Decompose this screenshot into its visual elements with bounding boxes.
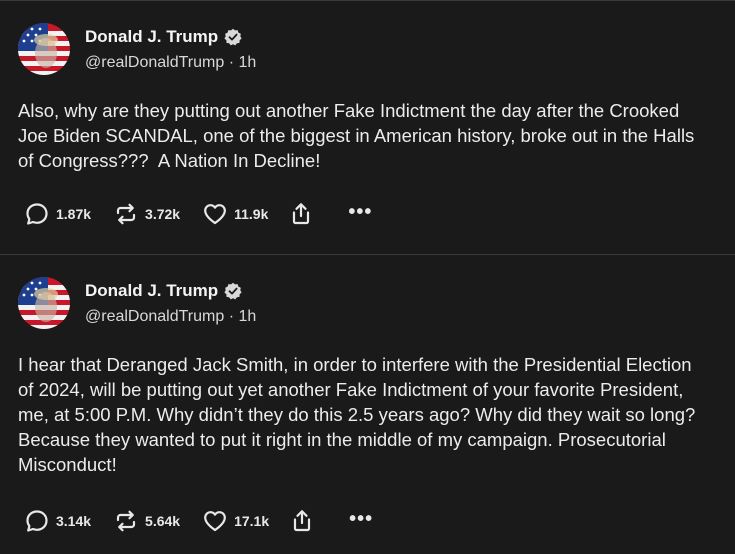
post[interactable]: Donald J. Trump @realDonaldTrump · 1h I … <box>0 255 735 554</box>
share-icon <box>293 203 310 225</box>
post[interactable]: Donald J. Trump @realDonaldTrump · 1h Al… <box>0 1 735 255</box>
separator: · <box>228 308 239 325</box>
share-button[interactable] <box>289 508 315 534</box>
name-row: Donald J. Trump <box>85 26 256 48</box>
heart-icon <box>204 204 226 225</box>
avatar[interactable] <box>18 277 70 329</box>
post-header: Donald J. Trump @realDonaldTrump · 1h <box>18 277 717 333</box>
repost-icon <box>116 203 136 225</box>
reply-count: 1.87k <box>56 206 92 222</box>
more-icon[interactable]: ••• <box>348 202 372 222</box>
repost-count: 5.64k <box>145 513 181 529</box>
author-name[interactable]: Donald J. Trump <box>85 281 218 301</box>
reply-button[interactable]: 1.87k <box>24 201 91 227</box>
author-handle[interactable]: @realDonaldTrump <box>85 308 224 325</box>
heart-icon <box>204 511 226 532</box>
share-button[interactable] <box>288 201 314 227</box>
name-row: Donald J. Trump <box>85 280 256 302</box>
more-icon[interactable]: ••• <box>349 509 373 529</box>
reply-icon <box>26 203 48 225</box>
repost-icon <box>116 510 136 532</box>
author-name[interactable]: Donald J. Trump <box>85 27 218 47</box>
avatar-image <box>18 23 70 75</box>
reply-count: 3.14k <box>56 513 92 529</box>
like-count: 11.9k <box>234 206 269 222</box>
post-time[interactable]: 1h <box>239 308 257 325</box>
avatar-image <box>18 277 70 329</box>
like-button[interactable]: 17.1k <box>202 508 269 534</box>
post-text: Also, why are they putting out another F… <box>18 100 700 171</box>
like-button[interactable]: 11.9k <box>202 201 268 227</box>
like-count: 17.1k <box>234 513 270 529</box>
handle-row: @realDonaldTrump · 1h <box>85 54 256 72</box>
action-bar: 1.87k 3.72k 11.9k ••• <box>24 199 372 229</box>
post-time[interactable]: 1h <box>239 54 257 71</box>
separator: · <box>228 54 239 71</box>
verified-badge-icon <box>224 282 242 300</box>
avatar[interactable] <box>18 23 70 75</box>
verified-badge-icon <box>224 28 242 46</box>
share-icon <box>294 510 311 532</box>
handle-row: @realDonaldTrump · 1h <box>85 308 256 326</box>
author-handle[interactable]: @realDonaldTrump <box>85 54 224 71</box>
post-header: Donald J. Trump @realDonaldTrump · 1h <box>18 23 717 79</box>
repost-count: 3.72k <box>145 206 181 222</box>
reply-icon <box>26 510 48 532</box>
author-info: Donald J. Trump @realDonaldTrump · 1h <box>85 26 256 72</box>
post-text: I hear that Deranged Jack Smith, in orde… <box>18 354 701 475</box>
repost-button[interactable]: 5.64k <box>113 508 180 534</box>
repost-button[interactable]: 3.72k <box>113 201 180 227</box>
reply-button[interactable]: 3.14k <box>24 508 91 534</box>
action-bar: 3.14k 5.64k 17.1k ••• <box>24 506 373 536</box>
author-info: Donald J. Trump @realDonaldTrump · 1h <box>85 280 256 326</box>
feed: Donald J. Trump @realDonaldTrump · 1h Al… <box>0 0 735 554</box>
